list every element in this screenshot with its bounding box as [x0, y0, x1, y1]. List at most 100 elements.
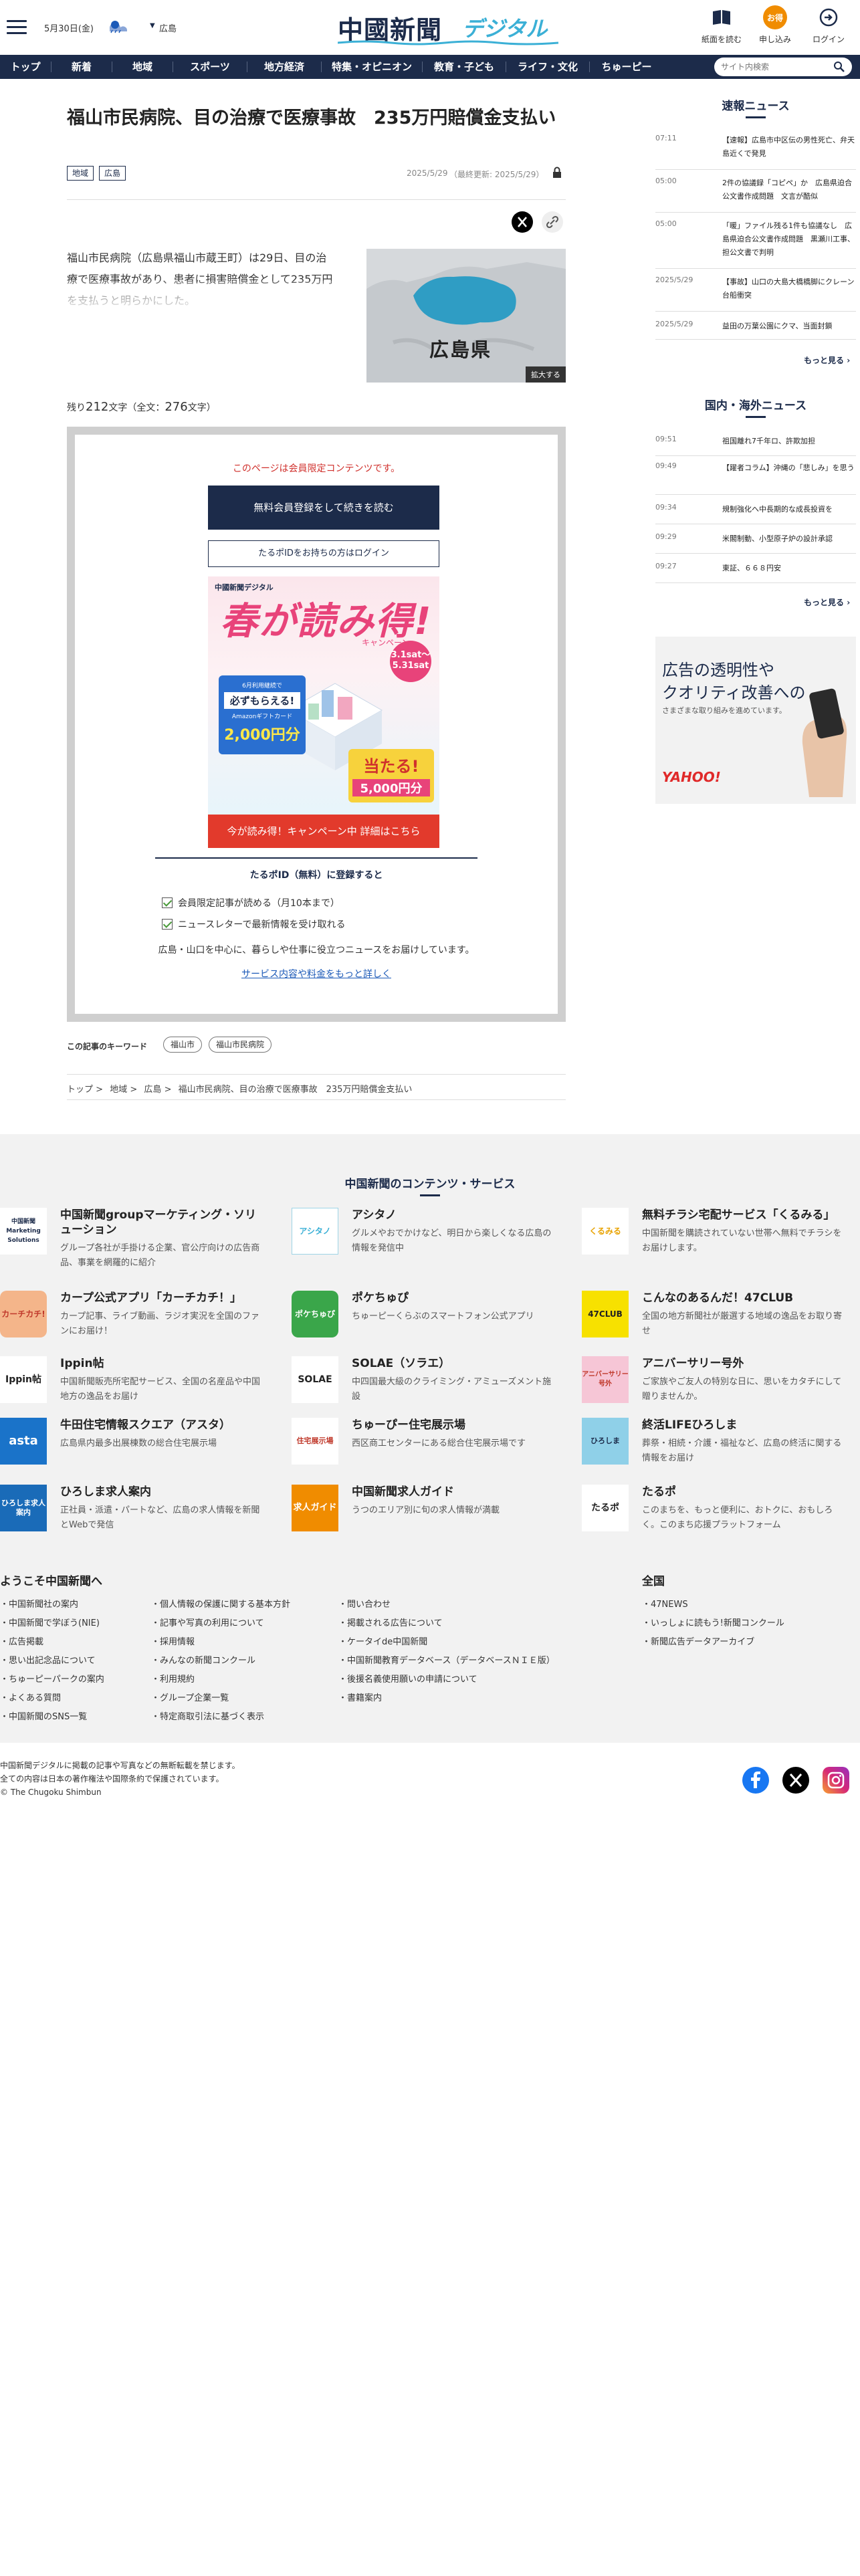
- service-name[interactable]: こんなのあるんだ！47CLUB: [642, 1291, 843, 1305]
- sidebar-ad[interactable]: 広告の透明性や クオリティ改善への さまざまな取り組みを進めています。 YAHO…: [655, 637, 856, 804]
- article-tag[interactable]: 地域: [67, 166, 94, 181]
- service-item[interactable]: ひろしま求人案内 ひろしま求人案内 正社員・派遣・パートなど、広島の求人情報を新…: [0, 1485, 267, 1538]
- news-title[interactable]: 【速報】広島市中区伝の男性死亡、弁天島近くで発見: [722, 134, 855, 160]
- service-item[interactable]: asta 牛田住宅情報スクエア（アスタ） 広島県内最多出展棟数の総合住宅展示場: [0, 1418, 267, 1471]
- service-name[interactable]: 牛田住宅情報スクエア（アスタ）: [60, 1418, 261, 1432]
- service-item[interactable]: ひろしま 終活LIFEひろしま 葬祭・相続・介護・福祉など、広島の終活に関する情…: [582, 1418, 849, 1471]
- service-name[interactable]: カープ公式アプリ「カーチカチ！」: [60, 1291, 261, 1305]
- news-item[interactable]: 09:49 【躍者コラム】沖縄の「悲しみ」を思う: [655, 461, 856, 495]
- service-name[interactable]: SOLAE（ソラエ）: [352, 1356, 552, 1371]
- service-name[interactable]: アシタノ: [352, 1208, 552, 1222]
- campaign-details-button[interactable]: 今が読み得！キャンペーン中 詳細はこちら: [208, 815, 439, 848]
- article-map-image[interactable]: 広島県 拡大する: [366, 249, 566, 383]
- breadcrumb-top[interactable]: トップ: [67, 1085, 93, 1095]
- more-domestic-link[interactable]: もっと見る ›: [804, 597, 850, 608]
- x-share-button[interactable]: [512, 211, 533, 233]
- news-title[interactable]: 規制強化へ中長期的な成長投資を: [722, 503, 855, 516]
- register-button[interactable]: 無料会員登録をして続きを読む: [208, 486, 439, 530]
- news-title[interactable]: 2件の協議録「コピペ」か 広島県迫合公文書作成問題 文言が酷似: [722, 177, 855, 203]
- article-tag[interactable]: 広島: [99, 166, 126, 181]
- search-icon[interactable]: [833, 61, 845, 73]
- instagram-icon[interactable]: [823, 1767, 849, 1794]
- news-title[interactable]: 「暖」ファイル残る1件も協議なし 広島県迫合公文書作成問題 黒瀬川工事、担公文書…: [722, 219, 855, 259]
- enlarge-button[interactable]: 拡大する: [526, 366, 566, 383]
- keyword-chip[interactable]: 福山市民病院: [209, 1037, 272, 1053]
- nav-economy[interactable]: 地方経済: [247, 55, 321, 79]
- service-item[interactable]: 求人ガイド 中国新聞求人ガイド うつのエリア別に旬の求人情報が満載: [292, 1485, 559, 1538]
- login-button[interactable]: ログイン: [805, 5, 852, 49]
- news-item[interactable]: 05:00 「暖」ファイル残る1件も協議なし 広島県迫合公文書作成問題 黒瀬川工…: [655, 219, 856, 269]
- nav-chupy[interactable]: ちゅーピー: [590, 55, 663, 79]
- footer-link[interactable]: ・利用規約: [151, 1672, 195, 1685]
- nav-features[interactable]: 特集・オピニオン: [322, 55, 422, 79]
- footer-link[interactable]: ・グループ企業一覧: [151, 1691, 229, 1703]
- footer-link[interactable]: ・個人情報の保護に関する基本方針: [151, 1597, 290, 1610]
- nav-education[interactable]: 教育・子ども: [423, 55, 506, 79]
- service-details-link[interactable]: サービス内容や料金をもっと詳しく: [75, 967, 558, 980]
- service-item[interactable]: 住宅展示場 ちゅーぴー住宅展示場 西区商工センターにある総合住宅展示場です: [292, 1418, 559, 1471]
- news-item[interactable]: 09:27 東証、６６８円安: [655, 562, 856, 583]
- nav-life[interactable]: ライフ・文化: [506, 55, 589, 79]
- service-name[interactable]: ひろしま求人案内: [60, 1485, 261, 1499]
- news-item[interactable]: 2025/5/29 【事故】山口の大島大橋橋脚にクレーン台船衝突: [655, 276, 856, 312]
- footer-link[interactable]: ・特定商取引法に基づく表示: [151, 1709, 264, 1722]
- news-item[interactable]: 09:34 規制強化へ中長期的な成長投資を: [655, 503, 856, 524]
- news-title[interactable]: 祖国離れ7千年ロ、許欺加担: [722, 435, 855, 448]
- nav-top[interactable]: トップ: [0, 55, 51, 79]
- footer-link[interactable]: ・中国新聞で学ぼう(NIE): [0, 1616, 100, 1628]
- weather-location[interactable]: 広島: [159, 21, 177, 34]
- service-name[interactable]: Ippin帖: [60, 1356, 261, 1371]
- keyword-chip[interactable]: 福山市: [163, 1037, 203, 1053]
- news-item[interactable]: 05:00 2件の協議録「コピペ」か 広島県迫合公文書作成問題 文言が酷似: [655, 177, 856, 213]
- footer-link[interactable]: ・新聞広告データアーカイブ: [642, 1634, 754, 1647]
- search-input[interactable]: [721, 60, 828, 74]
- service-name[interactable]: 終活LIFEひろしま: [642, 1418, 843, 1432]
- footer-link[interactable]: ・ケータイde中国新聞: [338, 1634, 427, 1647]
- news-item[interactable]: 09:29 米閣制動、小型原子炉の設計承認: [655, 532, 856, 554]
- read-paper-button[interactable]: 紙面を読む: [698, 5, 745, 49]
- footer-link[interactable]: ・いっしょに読もう!新聞コンクール: [642, 1616, 784, 1628]
- breadcrumb-hiroshima[interactable]: 広島: [144, 1085, 161, 1095]
- service-name[interactable]: 無料チラシ宅配サービス「くるみる」: [642, 1208, 843, 1222]
- footer-link[interactable]: ・記事や写真の利用について: [151, 1616, 264, 1628]
- service-name[interactable]: たるポ: [642, 1485, 843, 1499]
- service-item[interactable]: アニバーサリー号外 アニバーサリー号外 ご家族やご友人の特別な日に、思いをカタチ…: [582, 1356, 849, 1410]
- footer-link[interactable]: ・中国新聞のSNS一覧: [0, 1709, 87, 1722]
- service-item[interactable]: SOLAE SOLAE（ソラエ） 中四国最大級のクライミング・アミューズメント施…: [292, 1356, 559, 1410]
- breadcrumb-region[interactable]: 地域: [110, 1085, 127, 1095]
- site-search[interactable]: [714, 58, 852, 76]
- news-title[interactable]: 東証、６６８円安: [722, 562, 855, 575]
- footer-link[interactable]: ・掲載される広告について: [338, 1616, 443, 1628]
- footer-link[interactable]: ・広告掲載: [0, 1634, 43, 1647]
- news-item[interactable]: 09:51 祖国離れ7千年ロ、許欺加担: [655, 435, 856, 456]
- service-item[interactable]: くるみる 無料チラシ宅配サービス「くるみる」 中国新聞を購読されていない世帯へ無…: [582, 1208, 849, 1261]
- news-title[interactable]: 【躍者コラム】沖縄の「悲しみ」を思う: [722, 461, 855, 475]
- footer-link[interactable]: ・書籍案内: [338, 1691, 382, 1703]
- service-item[interactable]: たるポ たるポ このまちを、もっと便利に、おトクに、おもしろく。このまち応援プラ…: [582, 1485, 849, 1538]
- footer-link[interactable]: ・よくある質問: [0, 1691, 61, 1703]
- tarupo-login-button[interactable]: たるポIDをお持ちの方はログイン: [208, 540, 439, 567]
- more-breaking-link[interactable]: もっと見る ›: [804, 354, 850, 366]
- site-logo[interactable]: 中國新聞 デジタル: [338, 7, 558, 45]
- facebook-icon[interactable]: [742, 1767, 769, 1794]
- campaign-banner[interactable]: 中國新聞デジタル 春が読み得! キャンペーン 3.1sat〜5.31sat 6月…: [208, 576, 439, 815]
- service-name[interactable]: アニバーサリー号外: [642, 1356, 843, 1371]
- footer-link[interactable]: ・採用情報: [151, 1634, 195, 1647]
- service-item[interactable]: 47CLUB こんなのあるんだ！47CLUB 全国の地方新聞社が厳選する地域の逸…: [582, 1291, 849, 1344]
- service-item[interactable]: ポケちゅぴ ポケちゅぴ ちゅーピーくらぶのスマートフォン公式アプリ: [292, 1291, 559, 1344]
- footer-link[interactable]: ・中国新聞社の案内: [0, 1597, 78, 1610]
- news-title[interactable]: 益田の万葉公園にクマ、当面封鎖: [722, 320, 855, 333]
- x-logo-icon[interactable]: [782, 1767, 809, 1794]
- footer-link[interactable]: ・問い合わせ: [338, 1597, 391, 1610]
- service-name[interactable]: 中国新聞求人ガイド: [352, 1485, 552, 1499]
- service-item[interactable]: Ippin帖 Ippin帖 中国新聞販売所宅配サービス、全国の名産品や中国地方の…: [0, 1356, 267, 1410]
- footer-link[interactable]: ・後援名義使用願いの申請について: [338, 1672, 477, 1685]
- news-item[interactable]: 07:11 【速報】広島市中区伝の男性死亡、弁天島近くで発見: [655, 134, 856, 170]
- service-name[interactable]: ポケちゅぴ: [352, 1291, 552, 1305]
- news-title[interactable]: 米閣制動、小型原子炉の設計承認: [722, 532, 855, 546]
- footer-link[interactable]: ・ちゅーピーパークの案内: [0, 1672, 104, 1685]
- news-title[interactable]: 【事故】山口の大島大橋橋脚にクレーン台船衝突: [722, 276, 855, 302]
- nav-sports[interactable]: スポーツ: [173, 55, 247, 79]
- news-item[interactable]: 2025/5/29 益田の万葉公園にクマ、当面封鎖: [655, 320, 856, 340]
- footer-link[interactable]: ・思い出記念品について: [0, 1653, 96, 1666]
